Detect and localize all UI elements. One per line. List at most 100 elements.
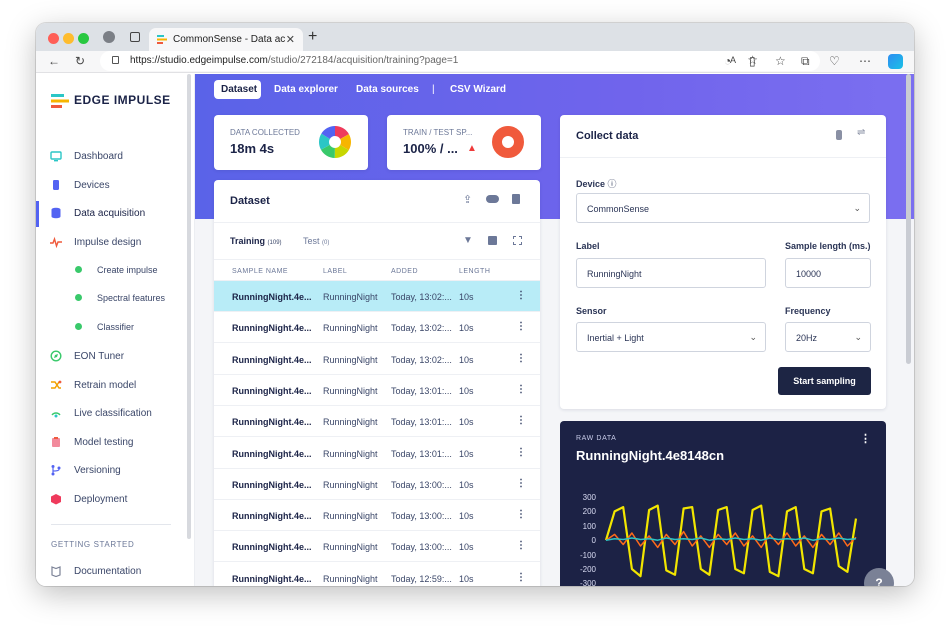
close-window-button[interactable] [48, 33, 59, 44]
copilot-icon[interactable] [888, 54, 903, 69]
frequency-field-label: Frequency [785, 306, 831, 316]
sidebar-item-label: Live classification [74, 408, 152, 419]
url-host: https://studio.edgeimpulse.com [130, 55, 268, 66]
length-cell: 10s [459, 417, 474, 428]
row-menu-icon[interactable]: ⋮ [516, 478, 526, 489]
select-checkbox-icon[interactable] [488, 236, 497, 245]
compass-icon [50, 350, 62, 362]
start-sampling-button[interactable]: Start sampling [778, 367, 871, 395]
tab-data-sources[interactable]: Data sources [356, 84, 419, 95]
browser-essentials-icon[interactable]: ♡ [829, 54, 840, 68]
raw-data-menu-icon[interactable]: ⋮ [860, 432, 871, 445]
tab-dataset-label[interactable]: Dataset [221, 84, 257, 95]
train-test-split-card: TRAIN / TEST SP... 100% / ... ▲ [387, 115, 541, 170]
sidebar-item-retrain-model[interactable]: Retrain model [36, 373, 194, 399]
sample-length-input[interactable]: 10000 [785, 258, 871, 288]
row-menu-icon[interactable]: ⋮ [516, 384, 526, 395]
sidebar-item-documentation[interactable]: Documentation [36, 559, 194, 585]
row-menu-icon[interactable]: ⋮ [516, 290, 526, 301]
filter-icon[interactable]: ▼ [463, 235, 473, 246]
row-menu-icon[interactable]: ⋮ [516, 321, 526, 332]
sidebar-item-dashboard[interactable]: Dashboard [36, 144, 194, 170]
tab-data-explorer[interactable]: Data explorer [274, 84, 338, 95]
added-cell: Today, 13:00:... [391, 542, 452, 553]
table-row[interactable]: RunningNight.4e... RunningNight Today, 13:… [214, 500, 540, 532]
url-path: /studio/272184/acquisition/training?page… [267, 55, 459, 66]
book-icon [51, 566, 61, 577]
more-menu-icon[interactable]: ⋯ [859, 54, 871, 68]
help-circle-icon[interactable]: ⓘ [608, 179, 617, 189]
browser-tab-active[interactable]: CommonSense - Data acquisitio ✕ [149, 28, 303, 51]
maximize-window-button[interactable] [78, 33, 89, 44]
profile-icon[interactable] [103, 31, 115, 43]
cloud-upload-icon[interactable] [486, 195, 499, 203]
row-menu-icon[interactable]: ⋮ [516, 447, 526, 458]
sidebar-item-deployment[interactable]: Deployment [36, 487, 194, 513]
frequency-select[interactable]: 20Hz ⌄ [785, 322, 871, 352]
table-row[interactable]: RunningNight.4e... RunningNight Today, 13:… [214, 406, 540, 438]
row-menu-icon[interactable]: ⋮ [516, 540, 526, 551]
table-row[interactable]: RunningNight.4e... RunningNight Today, 13:… [214, 438, 540, 469]
sidebar-item-live-classification[interactable]: Live classification [36, 401, 194, 427]
sidebar-item-versioning[interactable]: Versioning [36, 458, 194, 484]
column-header-added[interactable]: ADDED [391, 268, 418, 275]
extension-icon[interactable]: ◔ [724, 54, 731, 68]
table-row[interactable]: RunningNight.4e... RunningNight Today, 13:… [214, 469, 540, 500]
row-menu-icon[interactable]: ⋮ [516, 572, 526, 583]
sidebar-subitem-create-impulse[interactable]: Create impulse [36, 260, 194, 280]
sidebar-item-model-testing[interactable]: Model testing [36, 430, 194, 456]
sidebar-item-eon-tuner[interactable]: EON Tuner [36, 344, 194, 370]
tab-test[interactable]: Test (0) [303, 236, 329, 246]
row-menu-icon[interactable]: ⋮ [516, 415, 526, 426]
length-cell: 10s [459, 354, 474, 365]
back-arrow-icon[interactable]: ← [48, 54, 60, 68]
collections-icon[interactable]: ⧉ [801, 54, 810, 69]
favorites-icon[interactable]: ☆ [775, 54, 786, 68]
new-tab-button[interactable]: + [308, 28, 317, 46]
added-cell: Today, 12:59:... [391, 573, 452, 584]
sidebar-scrollbar[interactable] [187, 74, 191, 539]
clipboard-icon [52, 437, 60, 447]
added-cell: Today, 13:01:... [391, 385, 452, 396]
reload-icon[interactable]: ↻ [75, 54, 85, 68]
table-row[interactable]: RunningNight.4e... RunningNight Today, 13:… [214, 281, 540, 312]
table-row[interactable]: RunningNight.4e... RunningNight Today, 13:… [214, 375, 540, 406]
warning-icon[interactable]: ▲ [467, 143, 477, 154]
tab-training-label: Training [230, 236, 266, 246]
help-button[interactable]: ? [864, 568, 894, 586]
minimize-window-button[interactable] [63, 33, 74, 44]
close-tab-icon[interactable]: ✕ [286, 33, 295, 46]
table-row[interactable]: RunningNight.4e... RunningNight Today, 13:… [214, 344, 540, 375]
address-bar[interactable]: https://studio.edgeimpulse.com/studio/27… [100, 51, 820, 71]
usb-icon[interactable]: ⇌ [857, 127, 865, 138]
sidebar-subitem-spectral-features[interactable]: Spectral features [36, 288, 194, 308]
sidebar-item-impulse-design[interactable]: Impulse design [36, 230, 194, 256]
split-screen-icon[interactable]: ▯ [749, 54, 756, 68]
expand-icon[interactable] [513, 236, 522, 245]
row-menu-icon[interactable]: ⋮ [516, 353, 526, 364]
train-test-split-value: 100% / ... [403, 141, 458, 156]
device-select[interactable]: CommonSense ⌄ [576, 193, 870, 223]
column-header-sample-name[interactable]: SAMPLE NAME [232, 268, 288, 275]
label-input[interactable]: RunningNight [576, 258, 766, 288]
sensor-select[interactable]: Inertial + Light ⌄ [576, 322, 766, 352]
column-header-length[interactable]: LENGTH [459, 268, 490, 275]
sample-length-value: 10000 [796, 269, 822, 279]
tab-csv-wizard[interactable]: CSV Wizard [450, 84, 506, 95]
table-row[interactable]: RunningNight.4e... RunningNight Today, 12:… [214, 563, 540, 586]
table-row[interactable]: RunningNight.4e... RunningNight Today, 13:… [214, 312, 540, 344]
tab-actions-icon[interactable] [130, 32, 140, 42]
sidebar-item-devices[interactable]: Devices [36, 173, 194, 199]
table-row[interactable]: RunningNight.4e... RunningNight Today, 13:… [214, 531, 540, 563]
device-status-icon[interactable] [836, 130, 842, 140]
tab-training[interactable]: Training (109) [230, 236, 282, 246]
column-header-label[interactable]: LABEL [323, 268, 347, 275]
sidebar-subitem-classifier[interactable]: Classifier [36, 317, 194, 337]
row-menu-icon[interactable]: ⋮ [516, 509, 526, 520]
sidebar-section-title: GETTING STARTED [51, 540, 135, 549]
sidebar-item-data-acquisition[interactable]: Data acquisition [36, 201, 194, 227]
main-scrollbar[interactable] [906, 74, 911, 364]
document-icon[interactable] [512, 194, 520, 204]
upload-icon[interactable]: ⇪ [463, 193, 472, 206]
sidebar-item-label: Documentation [74, 566, 142, 577]
